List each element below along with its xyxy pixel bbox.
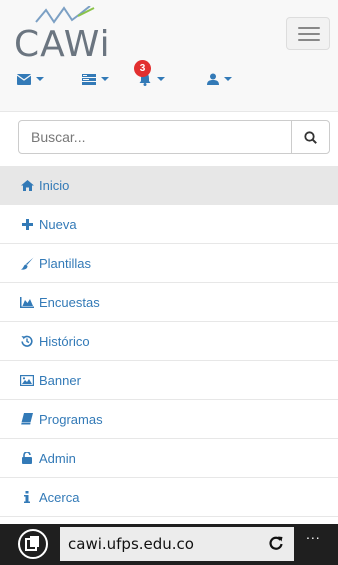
- menu-item-historico[interactable]: Histórico: [0, 322, 338, 361]
- menu-item-encuestas[interactable]: Encuestas: [0, 283, 338, 322]
- unlock-icon: [20, 451, 34, 465]
- menu-item-label: Inicio: [39, 177, 70, 193]
- book-icon: [20, 412, 34, 426]
- envelope-icon: [17, 73, 31, 85]
- history-icon: [20, 334, 34, 348]
- search-form: [18, 120, 330, 154]
- menu-item-plantillas[interactable]: Plantillas: [0, 244, 338, 283]
- menu-item-programas[interactable]: Programas: [0, 400, 338, 439]
- tabs-icon: [25, 536, 39, 551]
- plus-icon: [20, 217, 34, 231]
- user-dropdown[interactable]: [207, 68, 232, 90]
- tasks-dropdown[interactable]: [82, 68, 109, 90]
- menu-item-label: Programas: [39, 411, 103, 427]
- menu-item-admin[interactable]: Admin: [0, 439, 338, 478]
- home-icon: [20, 178, 34, 192]
- picture-icon: [20, 373, 34, 387]
- tasks-icon: [82, 73, 96, 85]
- menu-item-label: Plantillas: [39, 255, 92, 271]
- search-icon: [304, 130, 317, 144]
- caret-down-icon: [36, 77, 44, 81]
- search-input[interactable]: [19, 121, 291, 153]
- menu-item-label: Admin: [39, 450, 76, 466]
- browser-tabs-button[interactable]: [18, 529, 48, 559]
- menu-item-label: Nueva: [39, 216, 77, 232]
- menu-item-label: Banner: [39, 372, 81, 388]
- menu-item-label: Acerca: [39, 489, 80, 505]
- caret-down-icon: [224, 77, 232, 81]
- menu-item-inicio[interactable]: Inicio: [0, 166, 338, 205]
- area-chart-icon: [20, 295, 34, 309]
- brush-icon: [20, 256, 34, 270]
- menu-item-acerca[interactable]: Acerca: [0, 478, 338, 517]
- hamburger-icon: [298, 27, 320, 29]
- browser-bar: cawi.ufps.edu.co ...: [0, 524, 338, 565]
- more-options-button[interactable]: ...: [306, 526, 321, 542]
- refresh-icon[interactable]: [268, 535, 284, 551]
- address-bar[interactable]: cawi.ufps.edu.co: [60, 527, 294, 561]
- alerts-dropdown[interactable]: 3: [134, 60, 165, 90]
- search-button[interactable]: [291, 121, 329, 153]
- cawi-logo[interactable]: CAWi: [14, 6, 124, 66]
- caret-down-icon: [101, 77, 109, 81]
- url-text: cawi.ufps.edu.co: [68, 535, 194, 553]
- menu-toggle-button[interactable]: [286, 17, 330, 50]
- menu-item-banner[interactable]: Banner: [0, 361, 338, 400]
- menu-item-nueva[interactable]: Nueva: [0, 205, 338, 244]
- caret-down-icon: [157, 77, 165, 81]
- menu-item-label: Histórico: [39, 333, 90, 349]
- notification-badge: 3: [134, 60, 151, 77]
- user-icon: [207, 73, 219, 85]
- logo-graph-icon: [35, 6, 95, 24]
- messages-dropdown[interactable]: [17, 68, 44, 90]
- side-menu: Inicio Nueva Plantillas Encuestas Histór…: [0, 166, 338, 517]
- info-icon: [20, 490, 34, 504]
- navbar: CAWi 3: [0, 0, 338, 112]
- menu-item-label: Encuestas: [39, 294, 100, 310]
